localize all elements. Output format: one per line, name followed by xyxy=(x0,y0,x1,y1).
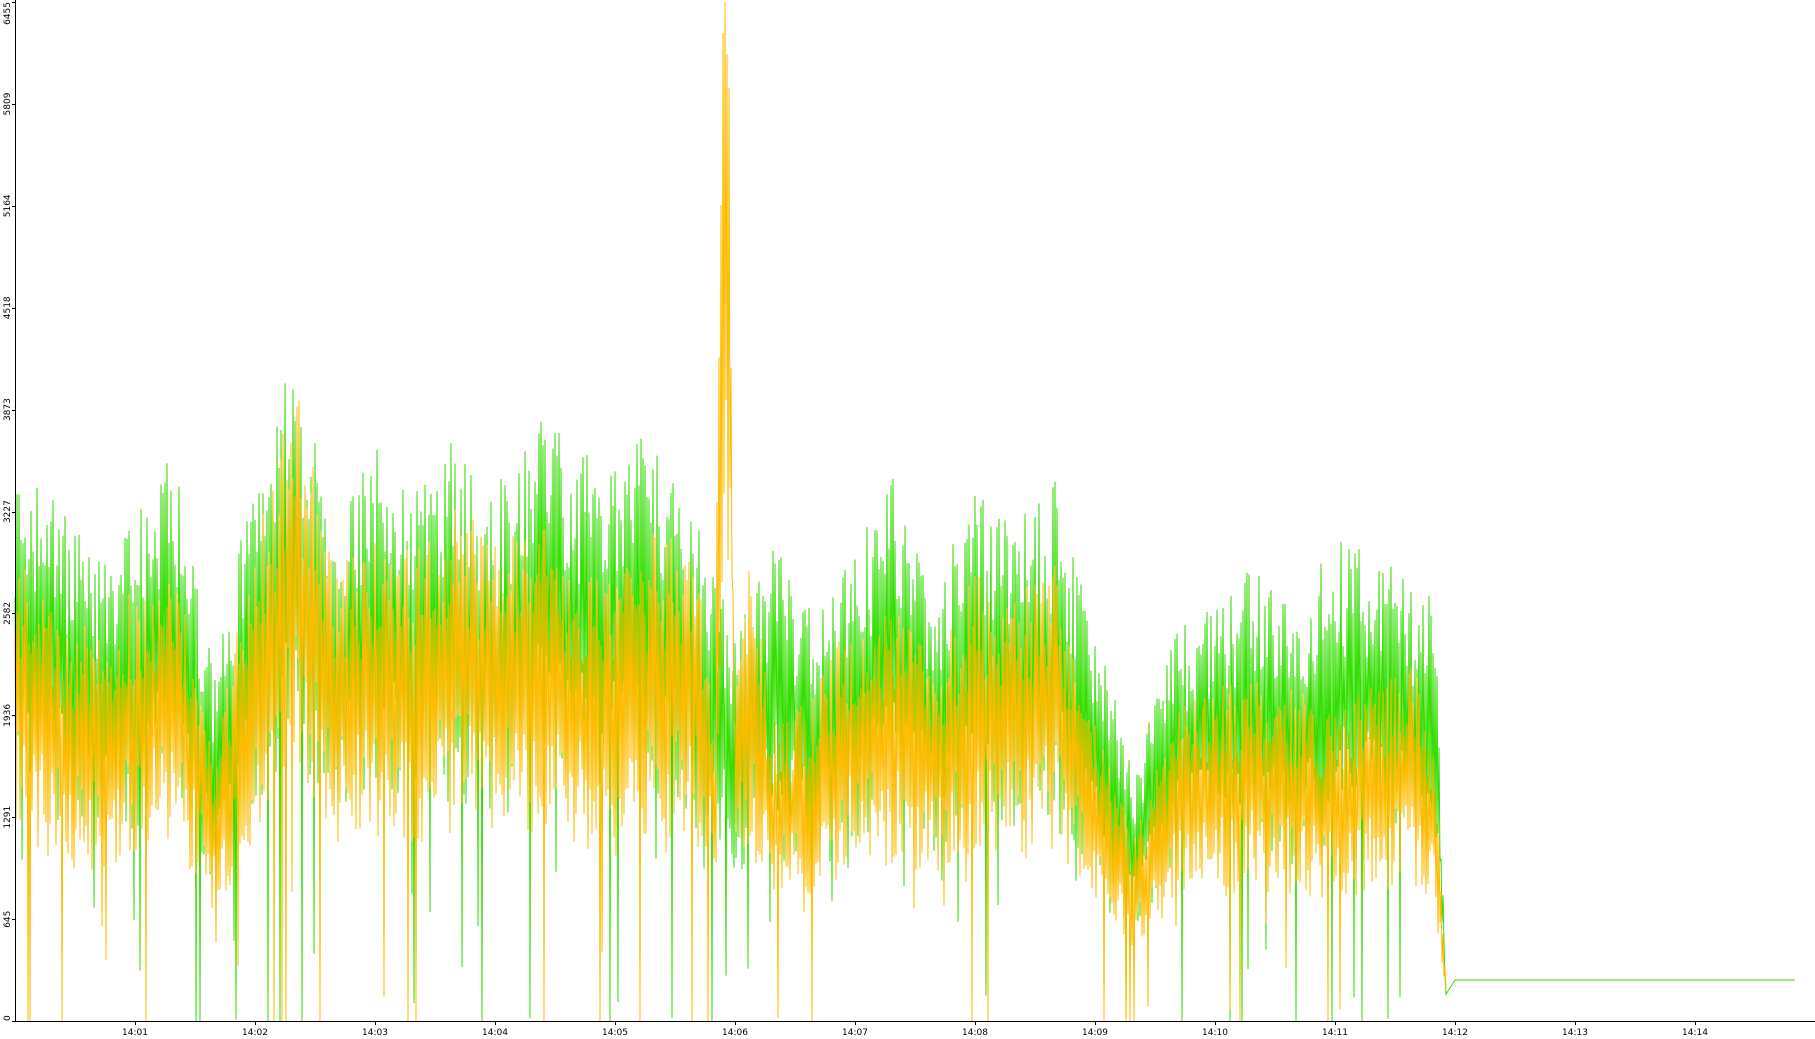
x-tick-label: 14:07 xyxy=(842,1028,868,1038)
x-tick-label: 14:11 xyxy=(1322,1028,1348,1038)
x-tick-label: 14:14 xyxy=(1682,1028,1708,1038)
series-1-line xyxy=(14,1,1447,1022)
x-tick-label: 14:10 xyxy=(1202,1028,1228,1038)
x-tick-label: 14:03 xyxy=(362,1028,388,1038)
x-tick-label: 14:09 xyxy=(1082,1028,1108,1038)
y-tick-label: 3873 xyxy=(3,398,13,421)
x-tick-label: 14:01 xyxy=(122,1028,148,1038)
series-layer xyxy=(14,1,1795,1022)
chart: 0 645 1291 1936 2582 3227 3873 4518 5164 5809 6455… xyxy=(3,0,1815,1038)
y-tick-label: 0 xyxy=(3,1015,13,1021)
x-tick-label: 14:12 xyxy=(1442,1028,1468,1038)
x-tick-label: 14:06 xyxy=(722,1028,748,1038)
y-tick-label: 2582 xyxy=(3,602,13,625)
y-tick-label: 1291 xyxy=(3,806,13,829)
y-tick-label: 5164 xyxy=(3,194,13,217)
y-tick-label: 6455 xyxy=(3,2,13,25)
y-tick-group: 0 645 1291 1936 2582 3227 3873 4518 5164 5809 6455 xyxy=(3,2,16,1022)
x-tick-label: 14:08 xyxy=(962,1028,988,1038)
y-tick-label: 5809 xyxy=(3,92,13,115)
y-tick-label: 3227 xyxy=(3,500,13,523)
x-tick-label: 14:04 xyxy=(482,1028,508,1038)
y-tick-label: 4518 xyxy=(3,296,13,319)
x-tick-group: 14:01 14:02 14:03 14:04 14:05 14:06 14:07 14:08… xyxy=(122,1021,1708,1038)
y-tick-label: 645 xyxy=(3,911,13,928)
x-tick-label: 14:05 xyxy=(602,1028,628,1038)
x-tick-label: 14:13 xyxy=(1562,1028,1588,1038)
x-tick-label: 14:02 xyxy=(242,1028,268,1038)
y-tick-label: 1936 xyxy=(3,704,13,727)
